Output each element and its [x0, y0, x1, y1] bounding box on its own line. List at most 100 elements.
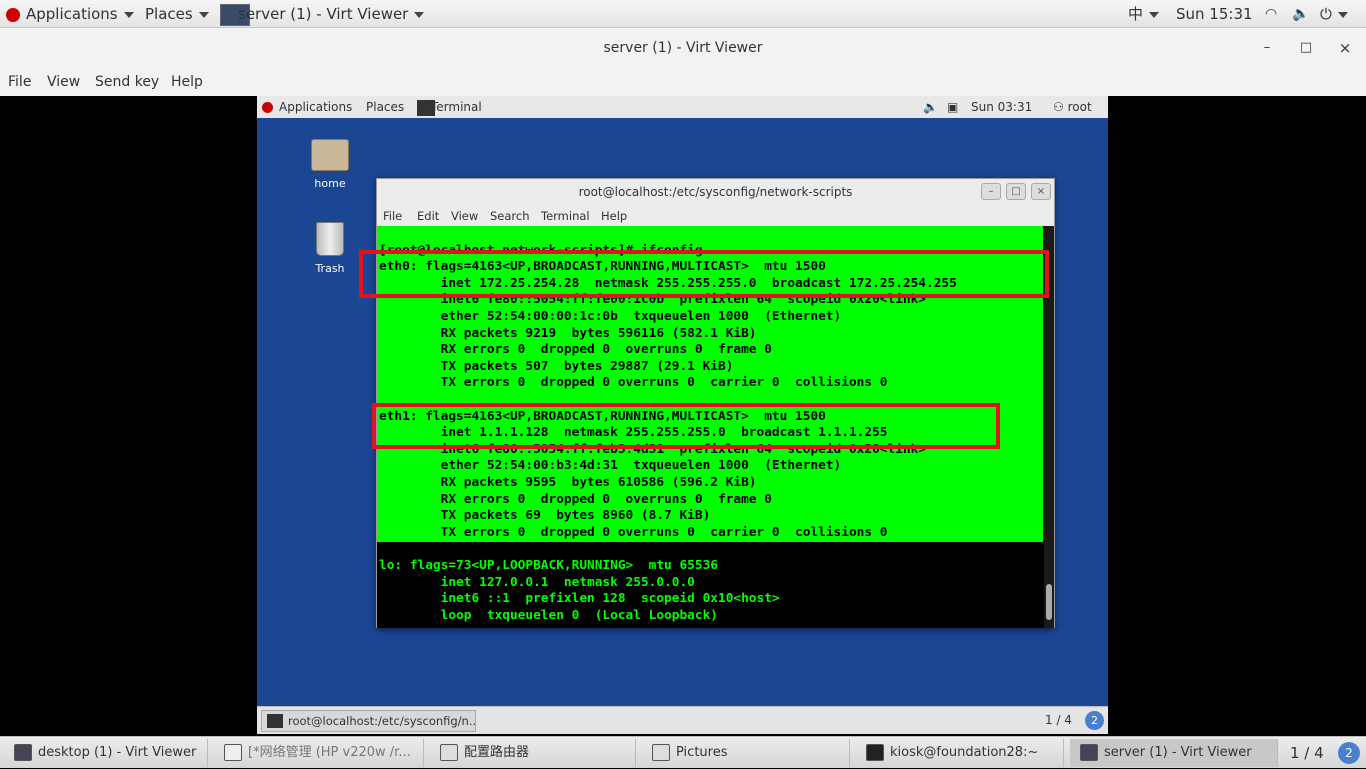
- trash-desktop-icon[interactable]: Trash: [295, 222, 365, 275]
- taskbar-item-pictures[interactable]: Pictures: [642, 739, 850, 767]
- taskbar-label: [*网络管理 (HP v220w /r...: [248, 745, 411, 760]
- terminal-line: TX packets 507 bytes 29887 (29.1 KiB): [379, 358, 734, 374]
- host-applications-menu[interactable]: Applications: [6, 0, 134, 28]
- terminal-close-button[interactable]: ×: [1031, 183, 1051, 200]
- terminal-menu-edit[interactable]: Edit: [417, 206, 439, 226]
- wifi-icon[interactable]: ◠: [1265, 0, 1277, 28]
- taskbar-item-server-viewer[interactable]: server (1) - Virt Viewer: [1070, 739, 1278, 767]
- host-clock[interactable]: Sun 15:31: [1176, 0, 1253, 28]
- close-button[interactable]: ×: [1333, 28, 1357, 68]
- monitor-icon: [1080, 744, 1098, 761]
- text-editor-icon: [224, 744, 242, 761]
- redhat-icon: [6, 7, 20, 22]
- terminal-minimize-button[interactable]: –: [981, 183, 1001, 200]
- viewer-title-bar: server (1) - Virt Viewer – □ ×: [0, 28, 1366, 68]
- host-window-menu[interactable]: server (1) - Virt Viewer: [220, 0, 425, 28]
- annotation-box-eth0: [359, 250, 1049, 298]
- power-icon[interactable]: ⏻: [1320, 0, 1348, 28]
- input-method-indicator[interactable]: 中: [1128, 0, 1160, 28]
- host-applications-label: Applications: [26, 5, 118, 23]
- terminal-line: inet6 ::1 prefixlen 128 scopeid 0x10<hos…: [379, 591, 780, 607]
- terminal-line: ether 52:54:00:b3:4d:31 txqueuelen 1000 …: [379, 458, 842, 474]
- taskbar-item-router-config[interactable]: 配置路由器: [430, 739, 636, 767]
- terminal-maximize-button[interactable]: □: [1006, 183, 1026, 200]
- guest-notification-icon[interactable]: 2: [1085, 711, 1104, 730]
- folder-icon: [311, 139, 349, 171]
- guest-bottom-bar: root@localhost:/etc/sysconfig/n... 1 / 4…: [257, 706, 1108, 734]
- guest-clock[interactable]: Sun 03:31: [971, 96, 1032, 118]
- taskbar-label: desktop (1) - Virt Viewer: [38, 745, 197, 760]
- host-window-title: server (1) - Virt Viewer: [238, 5, 409, 23]
- terminal-line: [root@localhost network-scripts]#: [379, 226, 634, 241]
- trash-icon: [316, 222, 344, 256]
- guest-volume-icon[interactable]: 🔈: [923, 96, 938, 118]
- terminal-title-bar[interactable]: root@localhost:/etc/sysconfig/network-sc…: [377, 179, 1054, 206]
- terminal-menu-terminal[interactable]: Terminal: [541, 206, 590, 226]
- terminal-scroll-thumb[interactable]: [1046, 584, 1052, 620]
- home-label: home: [314, 177, 346, 190]
- maximize-button[interactable]: □: [1294, 28, 1318, 68]
- guest-places-menu[interactable]: Places: [366, 96, 404, 118]
- user-icon: ⚇: [1053, 100, 1064, 114]
- taskbar-item-editor[interactable]: [*网络管理 (HP v220w /r...: [214, 739, 424, 767]
- taskbar-label: server (1) - Virt Viewer: [1104, 745, 1252, 760]
- host-taskbar: desktop (1) - Virt Viewer [*网络管理 (HP v22…: [0, 736, 1366, 768]
- guest-terminal-menu[interactable]: Terminal: [417, 96, 482, 118]
- terminal-line: RX errors 0 dropped 0 overruns 0 frame 0: [379, 342, 772, 358]
- host-places-label: Places: [145, 5, 193, 23]
- terminal-line: TX errors 0 dropped 0 overruns 0 carrier…: [379, 375, 888, 391]
- viewer-menu-help[interactable]: Help: [171, 68, 203, 96]
- guest-task-terminal[interactable]: root@localhost:/etc/sysconfig/n...: [261, 710, 476, 732]
- terminal-line: RX packets 9219 bytes 596116 (582.1 KiB): [379, 325, 757, 341]
- minimize-button[interactable]: –: [1255, 28, 1279, 68]
- window-icon: [440, 744, 458, 761]
- taskbar-item-desktop-viewer[interactable]: desktop (1) - Virt Viewer: [4, 739, 208, 767]
- volume-icon[interactable]: 🔈: [1292, 0, 1309, 28]
- host-places-menu[interactable]: Places: [145, 0, 209, 28]
- viewer-menu-send-key[interactable]: Send key: [95, 68, 159, 96]
- monitor-icon: [14, 744, 32, 761]
- guest-user-label: root: [1067, 100, 1092, 114]
- viewer-menu-view[interactable]: View: [47, 68, 80, 96]
- guest-display[interactable]: Applications Places Terminal 🔈 ▣ Sun 03:…: [257, 96, 1108, 734]
- guest-applications-label: Applications: [279, 100, 353, 114]
- taskbar-label: Pictures: [676, 745, 728, 760]
- host-workspace-pager[interactable]: 1 / 4: [1290, 737, 1324, 769]
- viewer-menu-bar: File View Send key Help: [0, 68, 1366, 96]
- terminal-menu-help[interactable]: Help: [601, 206, 627, 226]
- host-top-bar: Applications Places server (1) - Virt Vi…: [0, 0, 1366, 28]
- terminal-line: ether 52:54:00:00:1c:0b txqueuelen 1000 …: [379, 309, 842, 324]
- taskbar-label: kiosk@foundation28:~: [890, 745, 1039, 760]
- guest-applications-menu[interactable]: Applications: [262, 96, 352, 118]
- taskbar-item-kiosk-terminal[interactable]: kiosk@foundation28:~: [856, 739, 1064, 767]
- terminal-line: RX packets 9595 bytes 610586 (596.2 KiB): [379, 475, 757, 490]
- terminal-line: lo: flags=73<UP,LOOPBACK,RUNNING> mtu 65…: [379, 558, 718, 573]
- file-manager-icon: [652, 744, 670, 761]
- guest-user-menu[interactable]: ⚇ root: [1053, 96, 1092, 118]
- viewer-menu-file[interactable]: File: [8, 68, 31, 96]
- host-notification-icon[interactable]: 2: [1338, 742, 1360, 764]
- input-method-label: 中: [1128, 5, 1144, 23]
- taskbar-label: 配置路由器: [464, 745, 530, 760]
- terminal-menu-bar: File Edit View Search Terminal Help: [377, 206, 1054, 226]
- terminal-icon: [866, 744, 884, 761]
- terminal-menu-search[interactable]: Search: [490, 206, 530, 226]
- terminal-icon: [267, 714, 283, 728]
- home-desktop-icon[interactable]: home: [295, 139, 365, 190]
- terminal-line: TX packets 69 bytes 8960 (8.7 KiB): [379, 508, 711, 524]
- annotation-box-eth1: [372, 403, 1000, 449]
- terminal-menu-file[interactable]: File: [383, 206, 402, 226]
- terminal-line: loop txqueuelen 0 (Local Loopback): [379, 607, 718, 623]
- viewer-title: server (1) - Virt Viewer: [603, 40, 763, 56]
- guest-workspace-pager[interactable]: 1 / 4: [1045, 707, 1072, 733]
- redhat-icon: [262, 102, 273, 113]
- guest-top-bar: Applications Places Terminal 🔈 ▣ Sun 03:…: [257, 96, 1108, 118]
- terminal-line: TX errors 0 dropped 0 overruns 0 carrier…: [379, 524, 888, 540]
- terminal-line: RX errors 0 dropped 0 overruns 0 frame 0: [379, 491, 772, 507]
- guest-task-label: root@localhost:/etc/sysconfig/n...: [288, 714, 476, 728]
- terminal-menu-view[interactable]: View: [451, 206, 478, 226]
- terminal-line: inet 127.0.0.1 netmask 255.0.0.0: [379, 574, 695, 590]
- guest-terminal-label: Terminal: [431, 100, 482, 114]
- terminal-title: root@localhost:/etc/sysconfig/network-sc…: [578, 185, 853, 199]
- guest-network-icon[interactable]: ▣: [947, 96, 958, 118]
